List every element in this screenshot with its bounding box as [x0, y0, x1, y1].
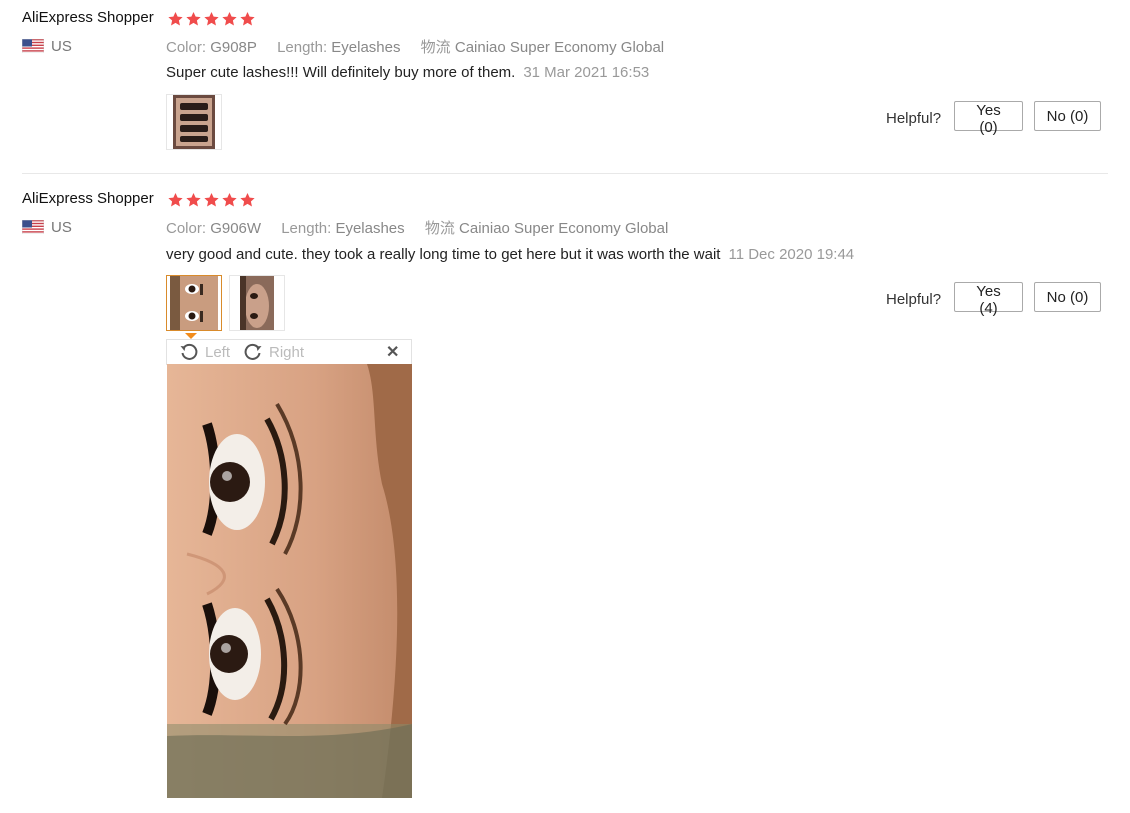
rotate-right-icon	[244, 343, 262, 360]
review-body: very good and cute. they took a really l…	[166, 246, 854, 263]
star-icon	[204, 12, 219, 26]
review-body: Super cute lashes!!! Will definitely buy…	[166, 64, 649, 81]
length-label: Length:	[281, 220, 332, 237]
helpful-yes-button[interactable]: Yes (0)	[954, 101, 1023, 136]
rotate-right-label: Right	[269, 343, 305, 361]
star-icon	[240, 193, 255, 207]
us-flag-icon	[22, 39, 44, 53]
helpful-no-button[interactable]: No (0)	[1034, 101, 1101, 131]
helpful-label: Helpful?	[886, 110, 942, 127]
enlarged-review-photo	[167, 364, 412, 798]
reviewer-name: AliExpress Shopper	[22, 190, 154, 207]
review-text: very good and cute. they took a really l…	[166, 246, 721, 263]
star-icon	[204, 193, 219, 207]
star-icon	[168, 12, 183, 26]
country-code: US	[51, 219, 72, 236]
review-date: 31 Mar 2021 16:53	[523, 64, 650, 81]
shipping-label: 物流	[420, 39, 451, 56]
color-label: Color:	[166, 220, 207, 237]
review-date: 11 Dec 2020 19:44	[728, 246, 855, 263]
eyes-photo	[170, 276, 218, 330]
helpful-label: Helpful?	[886, 291, 942, 308]
us-flag-icon	[22, 220, 44, 234]
review-text: Super cute lashes!!! Will definitely buy…	[166, 64, 516, 81]
review-photo-thumb[interactable]	[229, 275, 285, 331]
shipping-value: Cainiao Super Economy Global	[454, 39, 665, 56]
lash-box-photo	[173, 95, 215, 149]
shipping-label: 物流	[424, 220, 455, 237]
rating-stars	[167, 192, 256, 208]
color-value: G906W	[210, 220, 262, 237]
helpful-yes-button[interactable]: Yes (4)	[954, 282, 1023, 317]
star-icon	[222, 12, 237, 26]
product-attributes: Color: G906W Length: Eyelashes 物流 Cainia…	[166, 217, 684, 238]
color-label: Color:	[166, 39, 207, 56]
reviewer-name: AliExpress Shopper	[22, 9, 154, 26]
rotate-left-icon	[180, 343, 198, 360]
length-value: Eyelashes	[335, 220, 405, 237]
face-photo	[240, 276, 274, 330]
review-divider	[22, 173, 1108, 174]
product-attributes: Color: G908P Length: Eyelashes 物流 Cainia…	[166, 36, 680, 57]
country-code: US	[51, 38, 72, 55]
review-photo-thumb[interactable]	[166, 94, 222, 150]
shipping-value: Cainiao Super Economy Global	[459, 220, 669, 237]
rotate-left-button[interactable]: Left	[179, 342, 230, 362]
rating-stars	[167, 11, 256, 27]
star-icon	[186, 12, 201, 26]
length-label: Length:	[277, 39, 328, 56]
review-photo-thumb[interactable]	[166, 275, 222, 331]
color-value: G908P	[210, 39, 257, 56]
rotate-right-button[interactable]: Right	[243, 342, 304, 362]
star-icon	[222, 193, 237, 207]
star-icon	[168, 193, 183, 207]
star-icon	[186, 193, 201, 207]
close-icon[interactable]: ✕	[386, 342, 399, 362]
star-icon	[240, 12, 255, 26]
rotate-left-label: Left	[205, 343, 231, 361]
image-viewer-toolbar: Left Right ✕	[166, 339, 412, 365]
length-value: Eyelashes	[331, 39, 401, 56]
helpful-no-button[interactable]: No (0)	[1034, 282, 1101, 312]
